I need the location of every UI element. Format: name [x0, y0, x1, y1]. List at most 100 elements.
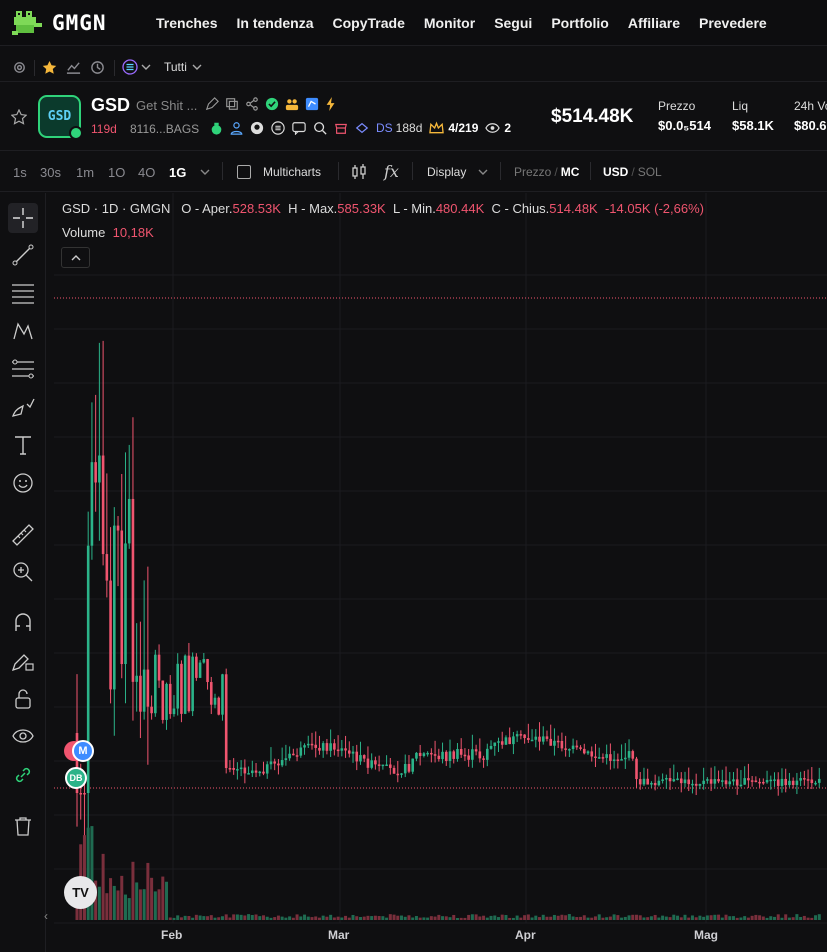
volume-bar [388, 914, 392, 920]
candle-body [396, 773, 400, 776]
volume-bar [582, 915, 586, 920]
token-address[interactable]: 8116...BAGS [130, 122, 199, 136]
volume-value: 10,18K [112, 225, 154, 240]
collapse-legend-button[interactable] [61, 247, 90, 268]
candle-body [124, 543, 127, 665]
volume-bar [239, 914, 243, 920]
nav-copytrade[interactable]: CopyTrade [333, 15, 405, 31]
emoji-tool[interactable] [8, 468, 38, 498]
toggle-usd[interactable]: USD [603, 165, 628, 179]
chat-icon[interactable] [292, 121, 306, 135]
volume-bar [217, 917, 221, 920]
money-bag-icon [211, 122, 222, 135]
sync-tool[interactable] [8, 760, 38, 790]
volume-bar [269, 917, 273, 920]
zoom-tool[interactable] [8, 557, 38, 587]
pattern-tool[interactable] [8, 316, 38, 346]
tf-1h[interactable]: 1O [108, 165, 125, 180]
ruler-tool[interactable] [8, 520, 38, 550]
fib-tool[interactable] [8, 278, 38, 308]
person-icon[interactable] [230, 121, 243, 135]
nav-follow[interactable]: Segui [494, 15, 532, 31]
copy-icon[interactable] [225, 97, 239, 111]
nav-portfolio[interactable]: Portfolio [551, 15, 609, 31]
tf-1m[interactable]: 1m [76, 165, 94, 180]
chain-selector[interactable] [122, 59, 151, 75]
price-chart[interactable] [54, 193, 827, 952]
lock-drawing-tool[interactable] [8, 646, 38, 676]
collapse-toolbar-chevron-icon[interactable]: ‹ [44, 909, 48, 923]
candle-body [131, 498, 135, 682]
volume-bar [623, 916, 627, 920]
tf-30s[interactable]: 30s [40, 165, 61, 180]
candle-body [295, 755, 299, 757]
volume-bar [224, 914, 228, 920]
brand-logo[interactable]: GMGN [12, 9, 107, 37]
dev-buy-marker[interactable]: DB [65, 767, 87, 789]
volume-bar [530, 917, 534, 920]
toggle-mc[interactable]: MC [561, 165, 580, 179]
nav-trending[interactable]: In tendenza [236, 15, 313, 31]
settings-gear-icon[interactable] [12, 60, 27, 75]
nav-trenches[interactable]: Trenches [156, 15, 217, 31]
multicharts-checkbox[interactable] [237, 165, 251, 179]
migration-marker[interactable]: M [72, 740, 94, 762]
tf-4h[interactable]: 4O [138, 165, 155, 180]
chevron-down-icon[interactable] [200, 167, 210, 177]
candle-body [165, 683, 168, 720]
divider [500, 162, 501, 180]
tf-1d[interactable]: 1G [169, 165, 186, 180]
frog-logo-icon [12, 11, 42, 35]
tradingview-logo[interactable]: TV [64, 876, 97, 909]
toggle-sol[interactable]: SOL [638, 165, 662, 179]
volume-bar [657, 917, 661, 920]
candle-body [344, 748, 347, 751]
text-tool[interactable] [8, 430, 38, 460]
currency-toggle[interactable]: USD / SOL [603, 165, 662, 179]
crosshair-tool[interactable] [8, 203, 38, 233]
chevron-down-icon [192, 64, 202, 70]
display-dropdown[interactable]: Display [427, 165, 466, 179]
brush-tool[interactable] [8, 392, 38, 422]
volume-bar [769, 916, 773, 920]
indicators-fx-icon[interactable]: fx [384, 162, 399, 181]
star-filled-icon[interactable] [42, 60, 57, 75]
volume-bar [232, 914, 236, 920]
search-icon[interactable] [313, 121, 327, 135]
tf-1s[interactable]: 1s [13, 165, 27, 180]
volume-bar [814, 915, 818, 920]
watchers-count: 2 [504, 121, 512, 135]
lock-tool[interactable] [8, 684, 38, 714]
volume-bar [564, 915, 568, 920]
edit-icon[interactable] [205, 97, 219, 111]
volume-bar [616, 915, 620, 920]
chevron-down-icon[interactable] [478, 167, 488, 177]
magnet-tool[interactable] [8, 607, 38, 637]
chart-line-icon[interactable] [66, 60, 81, 75]
github-icon[interactable] [250, 121, 264, 135]
shop-icon[interactable] [334, 121, 348, 135]
filter-dropdown[interactable]: Tutti [164, 60, 202, 74]
price-mc-toggle[interactable]: Prezzo / MC [514, 165, 579, 179]
hide-tool[interactable] [8, 721, 38, 751]
nav-predict[interactable]: Prevedere [699, 15, 767, 31]
nav-monitor[interactable]: Monitor [424, 15, 475, 31]
volume-bar [385, 917, 389, 920]
nav-affiliate[interactable]: Affiliare [628, 15, 680, 31]
projection-tool[interactable] [8, 354, 38, 384]
solana-icon [122, 59, 138, 75]
token-avatar[interactable]: GSD [38, 95, 83, 140]
delete-tool[interactable] [8, 811, 38, 841]
candlestick-chart[interactable] [54, 193, 827, 952]
candle-type-icon[interactable] [351, 164, 367, 180]
share-icon[interactable] [245, 97, 259, 111]
toggle-price[interactable]: Prezzo [514, 165, 551, 179]
star-outline-icon[interactable] [11, 109, 27, 125]
candle-body [515, 734, 519, 737]
history-icon[interactable] [90, 60, 105, 75]
volume-bar [332, 917, 336, 920]
candle-body [638, 779, 642, 785]
volume-bar [288, 916, 292, 920]
trendline-tool[interactable] [8, 240, 38, 270]
list-circle-icon[interactable] [271, 121, 285, 135]
